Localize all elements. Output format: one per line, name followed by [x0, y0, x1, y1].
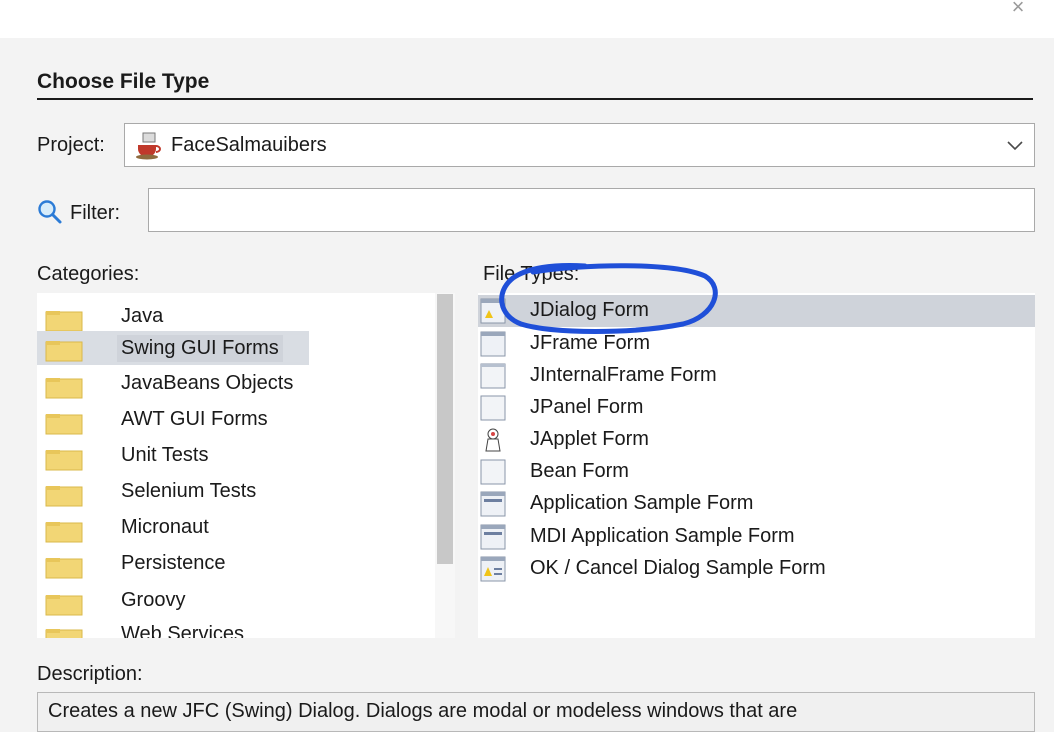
categories-scrollbar-thumb[interactable]	[437, 294, 453, 564]
folder-icon	[45, 414, 83, 435]
file-type-jinternalframe-form[interactable]: JInternalFrame Form	[478, 360, 1035, 392]
categories-label: Categories:	[37, 263, 140, 285]
category-label: Micronaut	[121, 516, 209, 538]
folder-icon	[45, 595, 83, 616]
file-type-ok-cancel-dialog-sample-form[interactable]: OK / Cancel Dialog Sample Form	[478, 553, 1035, 585]
file-type-label: JPanel Form	[530, 396, 644, 418]
description-text: Creates a new JFC (Swing) Dialog. Dialog…	[37, 692, 1035, 732]
internal-frame-form-icon	[480, 363, 506, 389]
folder-icon	[45, 486, 83, 507]
file-types-list[interactable]: JDialog Form JFrame Form JInternalFrame …	[478, 293, 1035, 638]
folder-icon	[45, 311, 83, 332]
file-type-jpanel-form[interactable]: JPanel Form	[478, 392, 1035, 424]
file-types-label: File Types:	[483, 263, 580, 285]
panel-form-icon	[480, 395, 506, 421]
file-type-jdialog-form[interactable]: JDialog Form	[478, 295, 1035, 327]
folder-icon	[45, 378, 83, 399]
search-icon	[38, 200, 62, 224]
folder-icon	[45, 341, 83, 362]
file-type-label: JApplet Form	[530, 428, 649, 450]
project-combobox[interactable]: FaceSalmauibers	[124, 123, 1035, 167]
frame-form-icon	[480, 331, 506, 357]
dialog-form-icon	[480, 298, 506, 324]
folder-icon	[45, 629, 83, 638]
category-label: AWT GUI Forms	[121, 408, 268, 430]
file-type-label: Bean Form	[530, 460, 629, 482]
file-type-label: JDialog Form	[530, 299, 649, 321]
file-type-label: OK / Cancel Dialog Sample Form	[530, 557, 826, 579]
project-label: Project:	[37, 134, 105, 156]
file-type-bean-form[interactable]: Bean Form	[478, 456, 1035, 488]
project-value: FaceSalmauibers	[171, 134, 327, 156]
mdi-application-sample-form-icon	[480, 524, 506, 550]
folder-icon	[45, 450, 83, 471]
folder-icon	[45, 522, 83, 543]
applet-form-icon	[485, 428, 501, 452]
category-label: JavaBeans Objects	[121, 372, 294, 394]
window-top-strip	[0, 0, 1054, 38]
category-label: Selenium Tests	[121, 480, 257, 502]
file-type-jframe-form[interactable]: JFrame Form	[478, 328, 1035, 360]
description-label: Description:	[37, 663, 143, 685]
category-label: Java	[121, 305, 164, 327]
category-label: Web Services	[121, 623, 245, 638]
filter-input[interactable]	[148, 188, 1035, 232]
coffee-cup-icon	[136, 132, 161, 160]
file-type-application-sample-form[interactable]: Application Sample Form	[478, 488, 1035, 520]
title-divider	[37, 98, 1033, 100]
close-icon[interactable]: ×	[1004, 0, 1032, 18]
chevron-down-icon[interactable]	[1004, 134, 1026, 156]
folder-icon	[45, 558, 83, 579]
category-item-swing-gui-forms[interactable]: Swing GUI Forms	[37, 331, 309, 365]
category-label: Groovy	[121, 589, 186, 611]
ok-cancel-dialog-sample-form-icon	[480, 556, 506, 582]
file-type-label: JInternalFrame Form	[530, 364, 717, 386]
file-type-label: JFrame Form	[530, 332, 650, 354]
file-type-mdi-application-sample-form[interactable]: MDI Application Sample Form	[478, 521, 1035, 553]
categories-list[interactable]: Java Swing GUI Forms JavaBeans Objects A…	[37, 293, 455, 638]
file-type-label: MDI Application Sample Form	[530, 525, 795, 547]
file-type-label: Application Sample Form	[530, 492, 754, 514]
filter-label: Filter:	[70, 202, 120, 224]
file-type-japplet-form[interactable]: JApplet Form	[478, 424, 1035, 456]
category-label: Swing GUI Forms	[117, 335, 283, 362]
category-label: Persistence	[121, 552, 226, 574]
bean-form-icon	[480, 459, 506, 485]
dialog-title: Choose File Type	[37, 70, 210, 93]
application-sample-form-icon	[480, 491, 506, 517]
category-label: Unit Tests	[121, 444, 209, 466]
